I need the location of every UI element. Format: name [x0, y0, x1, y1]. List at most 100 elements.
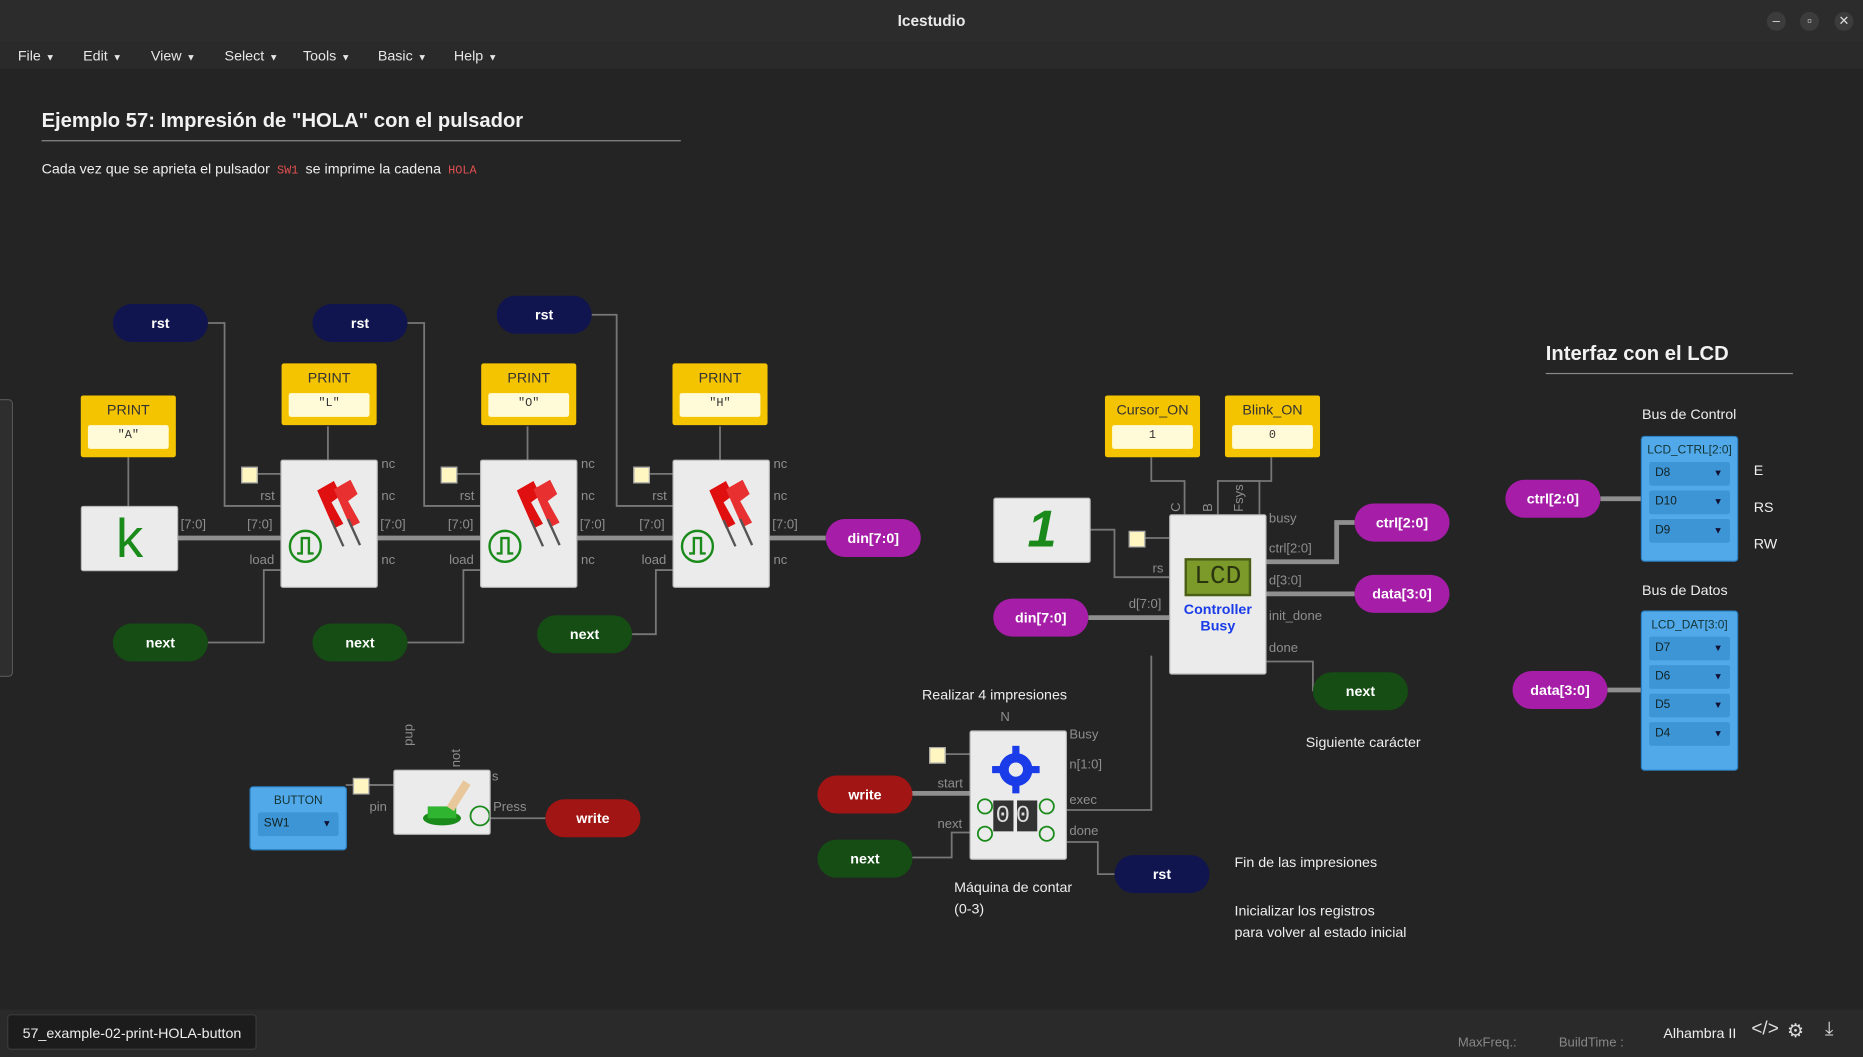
lcd-controller-block[interactable]: LCD Controller Busy [1169, 514, 1267, 675]
pin-select[interactable]: D10 ▼ [1649, 490, 1730, 515]
pin-select[interactable]: D7 ▼ [1649, 636, 1730, 661]
label-data-in[interactable]: data[3:0] [1512, 671, 1608, 710]
port-label: not [449, 749, 464, 768]
pin-select[interactable]: D5 ▼ [1649, 693, 1730, 718]
label-ctrl-out[interactable]: ctrl[2:0] [1354, 503, 1450, 542]
bus-datos-label: Bus de Datos [1642, 581, 1728, 599]
pushpin-icon [288, 479, 362, 563]
clock-input[interactable] [1128, 530, 1146, 548]
port-label: Press [493, 800, 527, 815]
label-rst[interactable]: rst [1114, 855, 1210, 894]
port-label: load [449, 553, 474, 568]
maxfreq-label: MaxFreq.: [1457, 1035, 1517, 1050]
port-label: nc [581, 489, 595, 504]
register-block[interactable] [672, 459, 770, 588]
label-din-in[interactable]: din[7:0] [993, 598, 1089, 637]
note-maquina: Máquina de contar (0-3) [954, 878, 1073, 917]
port-label: n[1:0] [1069, 757, 1103, 772]
lcd-screen-icon: LCD [1184, 558, 1252, 597]
pushpin-icon [680, 479, 754, 563]
buildtime-label: BuildTime : [1558, 1035, 1624, 1050]
constant-one-block[interactable]: 1 [993, 497, 1091, 563]
label-ctrl-in[interactable]: ctrl[2:0] [1505, 479, 1601, 518]
file-tab[interactable]: 57_example-02-print-HOLA-button [7, 1014, 257, 1050]
port-label: rs [1152, 561, 1164, 577]
print-const-o[interactable]: PRINT "O" [481, 363, 577, 426]
register-block[interactable] [280, 459, 378, 588]
label-write[interactable]: write [545, 799, 641, 838]
status-bar: 57_example-02-print-HOLA-button MaxFreq.… [0, 1009, 1863, 1057]
port-label: Busy [1069, 728, 1099, 743]
pushpin-icon [488, 479, 561, 563]
port-label: nc [381, 457, 396, 472]
port-label: s [491, 769, 499, 784]
pin-select[interactable]: D8 ▼ [1649, 461, 1730, 486]
chevron-down-icon: ▼ [1713, 671, 1723, 682]
port-label: Fsys [1232, 484, 1247, 512]
gear-icon[interactable]: ⚙ [1787, 1019, 1804, 1043]
push-button-icon [422, 780, 491, 827]
clock-input[interactable] [352, 777, 370, 795]
port-label: N [1000, 710, 1010, 725]
clock-input[interactable] [929, 747, 946, 764]
clock-input[interactable] [241, 466, 258, 484]
note-realizar: Realizar 4 impresiones [921, 686, 1068, 704]
pin-select[interactable]: D6 ▼ [1649, 665, 1730, 689]
counter-display: 00 [995, 802, 1037, 831]
lcd-section-divider [1545, 372, 1793, 375]
port-label: start [937, 776, 963, 791]
port-label: pup [401, 724, 416, 746]
register-block[interactable] [480, 459, 578, 588]
print-const-a[interactable]: PRINT "A" [80, 395, 176, 458]
port-label: busy [1268, 511, 1297, 527]
lcd-dat-pin[interactable]: LCD_DAT[3:0] D7 ▼ D6 ▼ D5 ▼ D4 ▼ [1640, 610, 1739, 771]
upload-icon[interactable]: ⤓ [1825, 1019, 1833, 1040]
note-init: Inicializar los registros para volver al … [1234, 902, 1407, 941]
port-label: nc [581, 457, 595, 472]
port-label: C [1169, 502, 1184, 512]
port-label: nc [773, 553, 788, 568]
label-next[interactable]: next [1312, 672, 1408, 711]
print-const-l[interactable]: PRINT "L" [281, 363, 377, 426]
label-write[interactable]: write [817, 775, 913, 814]
chevron-down-icon: ▼ [1713, 524, 1723, 536]
label-next[interactable]: next [817, 839, 913, 878]
blink-on-const[interactable]: Blink_ON 0 [1224, 395, 1321, 458]
label-din-out[interactable]: din[7:0] [825, 518, 921, 558]
one-icon: 1 [1027, 499, 1057, 559]
pin-select[interactable]: SW1 ▼ [257, 812, 339, 837]
label-next[interactable]: next [112, 623, 208, 662]
port-label: done [1268, 641, 1299, 656]
port-label: [7:0] [380, 517, 406, 533]
print-const-h[interactable]: PRINT "H" [672, 363, 768, 426]
clock-input[interactable] [440, 466, 458, 484]
label-rst[interactable]: rst [112, 304, 208, 343]
port-label: nc [381, 553, 396, 568]
port-label: load [641, 553, 667, 568]
port-label: load [249, 553, 275, 568]
chevron-down-icon: ▼ [1713, 496, 1723, 508]
board-selector[interactable]: Alhambra II [1663, 1025, 1736, 1042]
label-data-out[interactable]: data[3:0] [1354, 574, 1450, 613]
port-label: [7:0] [772, 517, 798, 533]
page-title: Ejemplo 57: Impresión de "HOLA" con el p… [41, 109, 524, 132]
label-next[interactable]: next [312, 623, 408, 662]
lcd-ctrl-pin[interactable]: LCD_CTRL[2:0] D8 ▼ D10 ▼ D9 ▼ [1640, 435, 1739, 562]
counter-block[interactable]: 00 [969, 730, 1067, 860]
clock-input[interactable] [633, 466, 650, 484]
pin-select[interactable]: D9 ▼ [1649, 518, 1730, 543]
port-label: rst [260, 489, 275, 504]
port-label: [7:0] [447, 517, 474, 533]
label-rst[interactable]: rst [496, 295, 592, 334]
cursor-on-const[interactable]: Cursor_ON 1 [1104, 395, 1201, 458]
button-block[interactable] [393, 769, 491, 835]
chevron-down-icon: ▼ [1713, 642, 1723, 654]
button-input-pin[interactable]: BUTTON SW1 ▼ [249, 786, 347, 851]
code-icon[interactable]: </> [1751, 1019, 1778, 1040]
port-label: ctrl[2:0] [1268, 541, 1312, 556]
port-label: [7:0] [247, 517, 273, 533]
pin-select[interactable]: D4 ▼ [1649, 722, 1730, 746]
label-next[interactable]: next [537, 615, 633, 654]
k-constant-block[interactable]: k [80, 505, 179, 572]
label-rst[interactable]: rst [312, 304, 408, 343]
